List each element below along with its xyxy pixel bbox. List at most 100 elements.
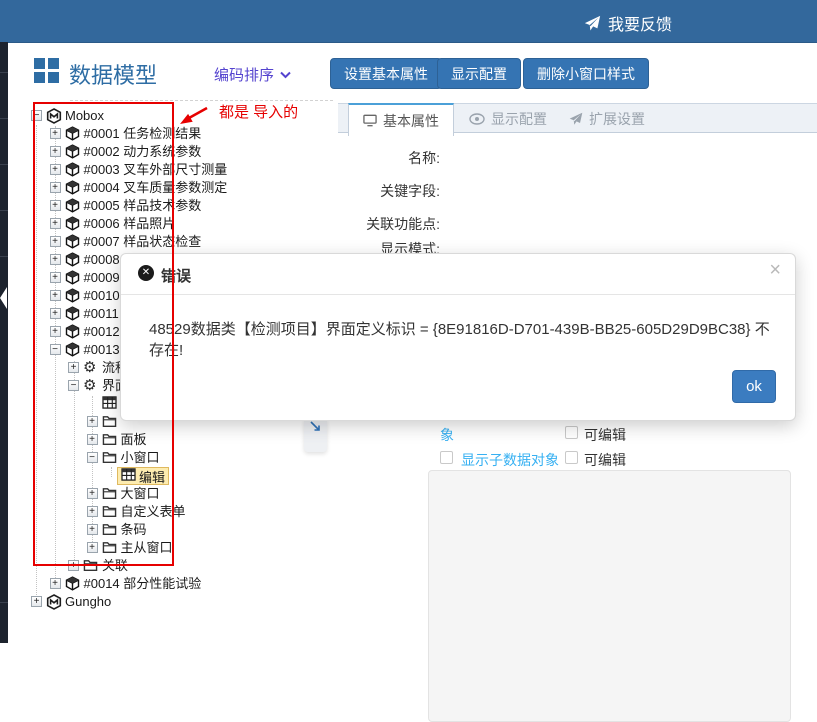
- folder-icon: [102, 486, 118, 502]
- cube-icon: [65, 162, 81, 178]
- expand-plus-icon[interactable]: +: [50, 218, 61, 229]
- expand-plus-icon[interactable]: +: [68, 362, 79, 373]
- expand-plus-icon[interactable]: +: [50, 164, 61, 175]
- tab-basic-attributes[interactable]: 基本属性: [348, 103, 454, 136]
- expand-plus-icon[interactable]: +: [50, 128, 61, 139]
- tree-node-selected[interactable]: 编辑: [117, 467, 169, 485]
- collapse-minus-icon[interactable]: −: [87, 452, 98, 463]
- sort-dropdown[interactable]: 编码排序: [214, 64, 291, 85]
- monitor-icon: [363, 114, 377, 127]
- tree-node-label[interactable]: #0004 叉车质量参数测定: [84, 179, 228, 197]
- tab-label: 基本属性: [383, 111, 439, 131]
- expand-plus-icon[interactable]: +: [31, 596, 42, 607]
- page-title: 数据模型: [69, 58, 157, 90]
- tree-node-label[interactable]: 关联: [102, 557, 128, 575]
- expand-plus-icon[interactable]: +: [87, 542, 98, 553]
- tree-node-label[interactable]: #0005 样品技术参数: [84, 197, 202, 215]
- tab-display-config[interactable]: 显示配置: [455, 103, 561, 134]
- diagonal-arrow-icon: [310, 421, 321, 432]
- sort-label: 编码排序: [214, 64, 274, 85]
- tree-node: + #0002 动力系统参数: [0, 143, 340, 161]
- cube-icon: [65, 180, 81, 196]
- tree-node-label[interactable]: #0011: [84, 305, 119, 323]
- expand-plus-icon[interactable]: +: [50, 254, 61, 265]
- tree-node: + #0006 样品照片: [0, 215, 340, 233]
- expand-plus-icon[interactable]: +: [50, 290, 61, 301]
- editable-checkbox-1[interactable]: [565, 426, 578, 439]
- tree-node: 编辑: [0, 467, 340, 485]
- tree-node-label[interactable]: #0014 部分性能试验: [84, 575, 202, 593]
- feedback-button[interactable]: 我要反馈: [584, 11, 672, 35]
- tree-node-label[interactable]: #0002 动力系统参数: [84, 143, 202, 161]
- tree-node-label[interactable]: #0013: [84, 341, 120, 359]
- tree-node: + 主从窗口: [0, 539, 340, 557]
- tree-node-label[interactable]: 小窗口: [121, 449, 160, 467]
- tree-node-label[interactable]: #0006 样品照片: [84, 215, 176, 233]
- collapse-minus-icon[interactable]: −: [68, 380, 79, 391]
- cube-icon: [65, 288, 81, 304]
- expand-plus-icon[interactable]: +: [87, 488, 98, 499]
- expand-plus-icon[interactable]: +: [87, 506, 98, 517]
- modal-header: ✕ 错误 ×: [121, 254, 795, 295]
- send-icon: [569, 112, 583, 126]
- tree-node-label[interactable]: #0010: [84, 287, 120, 305]
- tree-node: + #0001 任务检测结果: [0, 125, 340, 143]
- expand-plus-icon[interactable]: +: [50, 146, 61, 157]
- tab-label: 显示配置: [491, 109, 547, 129]
- expand-plus-icon[interactable]: +: [50, 326, 61, 337]
- expand-plus-icon[interactable]: +: [50, 272, 61, 283]
- content-textarea[interactable]: [428, 470, 791, 722]
- tree-node-label[interactable]: 自定义表单: [121, 503, 186, 521]
- feedback-label: 我要反馈: [608, 11, 672, 35]
- folder-icon: [102, 432, 118, 448]
- tree-node-label[interactable]: 大窗口: [121, 485, 160, 503]
- show-child-object-label: 显示子数据对象: [461, 450, 559, 470]
- expand-plus-icon[interactable]: +: [87, 416, 98, 427]
- expand-plus-icon[interactable]: +: [50, 578, 61, 589]
- tree-node-label[interactable]: #0001 任务检测结果: [84, 125, 202, 143]
- chevron-down-icon: [280, 71, 291, 79]
- collapse-minus-icon[interactable]: −: [50, 344, 61, 355]
- cube-icon: [65, 198, 81, 214]
- tree-node-label[interactable]: 条码: [121, 521, 147, 539]
- tree-node-label[interactable]: 主从窗口: [121, 539, 173, 557]
- delete-small-window-style-button[interactable]: 删除小窗口样式: [523, 58, 649, 89]
- folder-icon: [102, 450, 118, 466]
- tree-node: + #0005 样品技术参数: [0, 197, 340, 215]
- tree-node-label[interactable]: Mobox: [65, 107, 104, 125]
- corner-panel: [304, 419, 327, 452]
- tab-extended-settings[interactable]: 扩展设置: [555, 103, 659, 134]
- expand-plus-icon[interactable]: +: [50, 308, 61, 319]
- tree-node: + 条码: [0, 521, 340, 539]
- expand-plus-icon[interactable]: +: [87, 524, 98, 535]
- cube-icon: [65, 252, 81, 268]
- expand-plus-icon[interactable]: +: [50, 236, 61, 247]
- tree-node: − Mobox: [0, 107, 340, 125]
- tree-node-label[interactable]: Gungho: [65, 593, 111, 611]
- collapse-minus-icon[interactable]: −: [31, 110, 42, 121]
- display-config-button[interactable]: 显示配置: [437, 58, 521, 89]
- set-basic-attr-button[interactable]: 设置基本属性: [330, 58, 442, 89]
- tree-node-label[interactable]: #0012: [84, 323, 120, 341]
- tree-node-label[interactable]: #0003 叉车外部尺寸测量: [84, 161, 228, 179]
- overflow-option-text[interactable]: 象: [440, 425, 454, 445]
- expand-plus-icon[interactable]: +: [87, 434, 98, 445]
- close-icon[interactable]: ×: [769, 259, 781, 282]
- tree-node-label[interactable]: #0007 样品状态检查: [84, 233, 202, 251]
- expand-plus-icon[interactable]: +: [68, 560, 79, 571]
- topbar: 我要反馈: [0, 0, 817, 43]
- expand-plus-icon[interactable]: +: [50, 200, 61, 211]
- tree-node: + #0007 样品状态检查: [0, 233, 340, 251]
- tree-node: + Gungho: [0, 593, 340, 611]
- editable-checkbox-2[interactable]: [565, 451, 578, 464]
- cube-icon: [65, 216, 81, 232]
- tree-node-label[interactable]: 面板: [121, 431, 147, 449]
- expand-plus-icon[interactable]: +: [50, 182, 61, 193]
- tree-node-label[interactable]: #0009: [84, 269, 120, 287]
- folder-icon: [83, 558, 99, 574]
- show-child-object-checkbox[interactable]: [440, 451, 453, 464]
- ok-button[interactable]: ok: [732, 370, 776, 403]
- cube-icon: [65, 306, 81, 322]
- tree-panel-border: [70, 100, 333, 101]
- tree-node-label[interactable]: #0008: [84, 251, 120, 269]
